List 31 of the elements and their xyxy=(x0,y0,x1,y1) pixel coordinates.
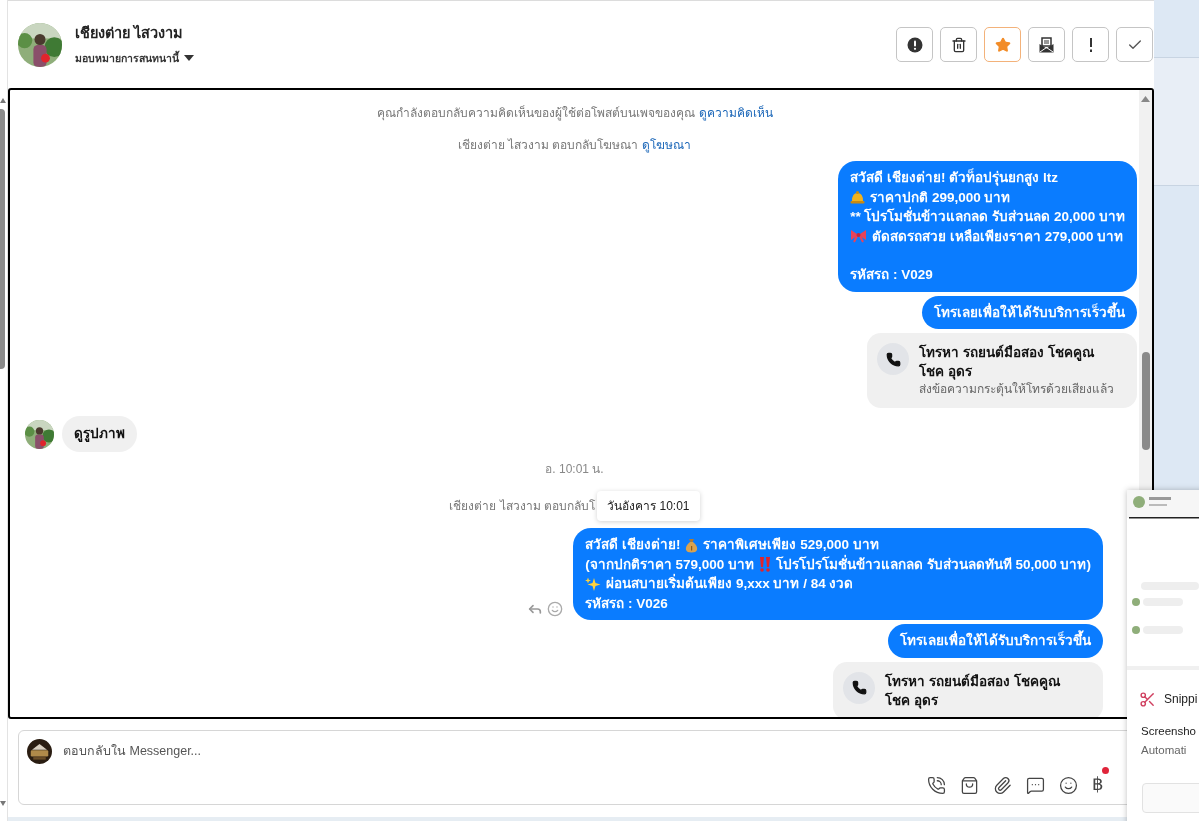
notification-title: Screensho xyxy=(1140,724,1197,739)
assign-dropdown[interactable]: มอบหมายการสนทนานี้ xyxy=(75,50,194,67)
call-subtitle: ส่งข้อความกระตุ้นให้โทรด้วยเสียงแล้ว xyxy=(919,381,1114,398)
message-text: สวัสดี เชียงต่าย! ตัวท็อปรุ่นยกสูง ltz xyxy=(850,168,1058,188)
message-text: โทรเลยเพื่อให้ได้รับบริการเร็วขึ้น xyxy=(934,302,1125,322)
message-text: ** โปรโมชั่นข้าวแลกลด รับส่วนลด 20,000 บาท xyxy=(850,207,1125,226)
system-notice: เชียงต่าย ไสวงาม ตอบกลับโฆษณา xyxy=(457,137,639,154)
message-text: ราคาพิเศษเพียง 529,000 บาท xyxy=(703,536,879,555)
message-text: ตัดสดรถสวย เหลือเพียงราคา 279,000 บาท xyxy=(872,227,1124,246)
message-text: (จากปกติราคา 579,000 บาท xyxy=(585,555,754,574)
call-title: โทรหา รถยนต์มือสอง โชคคูณ โชค อุดร xyxy=(919,343,1096,381)
time-tooltip: วันอังคาร 10:01 xyxy=(597,491,700,522)
timestamp: อ. 10:01 น. xyxy=(545,461,604,479)
message-text: รหัสรถ : V029 xyxy=(850,266,933,284)
baht-button[interactable]: ฿ xyxy=(1092,775,1103,793)
message-text: รหัสรถ : V026 xyxy=(585,594,668,613)
message-input[interactable]: ตอบกลับใน Messenger... xyxy=(63,742,1133,761)
contact-name: เชียงต่าย ไสวงาม xyxy=(75,23,185,43)
app-name: Snippi xyxy=(1164,691,1198,708)
system-notice: เชียงต่าย ไสวงาม ตอบกลับโ xyxy=(449,498,596,516)
message-text: สวัสดี เชียงต่าย! xyxy=(585,536,681,555)
message-text: ผ่อนสบายเริ่มต้นเพียง 9,xxx บาท / 84 งวด xyxy=(606,574,854,594)
notification-text: Automati xyxy=(1140,743,1188,759)
message-text: ราคาปกติ 299,000 บาท xyxy=(870,188,1011,207)
system-notice: คุณกำลังตอบกลับความคิดเห็นของผู้ใช้ต่อโพสต์บนเพจของคุณ xyxy=(376,104,695,122)
message-bubble: ดูรูปภาพ xyxy=(62,416,137,453)
message-text: โปรโปรโมชั่นข้าวแลกลด รับส่วนลดทันที 50,000 บาท) xyxy=(775,554,1091,574)
call-title: โทรหา รถยนต์มือสอง โชคคูณ โชค อุดร xyxy=(885,672,1062,710)
message-text: โทรเลยเพื่อให้ได้รับบริการเร็วขึ้น xyxy=(900,631,1091,651)
notice-link[interactable]: ดูโฆษณา xyxy=(642,136,692,154)
notice-link[interactable]: ดูความคิดเห็น xyxy=(698,104,773,122)
